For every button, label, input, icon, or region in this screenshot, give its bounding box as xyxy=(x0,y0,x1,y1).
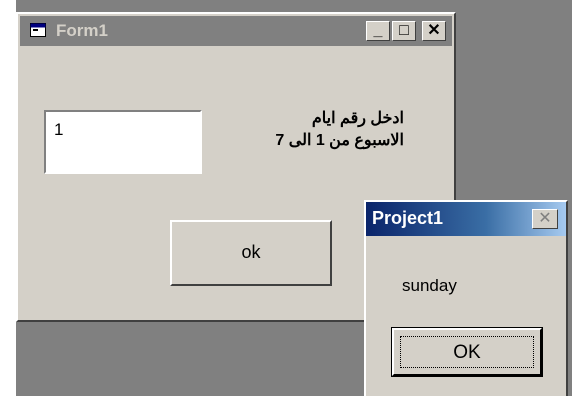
prompt-label: ادخل رقم ايام الاسبوع من 1 الى 7 xyxy=(214,108,404,152)
msgbox-close-button[interactable]: ✕ xyxy=(532,209,558,229)
ok-button[interactable]: ok xyxy=(170,220,332,286)
prompt-line-2: الاسبوع من 1 الى 7 xyxy=(275,132,404,149)
msgbox-title: Project1 xyxy=(372,208,444,228)
maximize-button[interactable]: □ xyxy=(392,21,416,41)
project1-message-box: Project1 ✕ sunday OK xyxy=(364,200,568,396)
form-icon xyxy=(30,23,46,37)
prompt-line-1: ادخل رقم ايام xyxy=(311,110,404,127)
minimize-button[interactable]: _ xyxy=(366,21,390,41)
form1-title: Form1 xyxy=(56,21,108,40)
close-button[interactable]: ✕ xyxy=(422,21,446,41)
msgbox-titlebar[interactable]: Project1 ✕ xyxy=(366,202,566,236)
msgbox-ok-label: OK xyxy=(400,336,534,368)
msgbox-ok-button[interactable]: OK xyxy=(391,327,543,377)
msgbox-message: sunday xyxy=(402,276,457,295)
form1-titlebar[interactable]: Form1 _ □ ✕ xyxy=(20,16,452,46)
day-number-input[interactable]: 1 xyxy=(44,110,202,174)
